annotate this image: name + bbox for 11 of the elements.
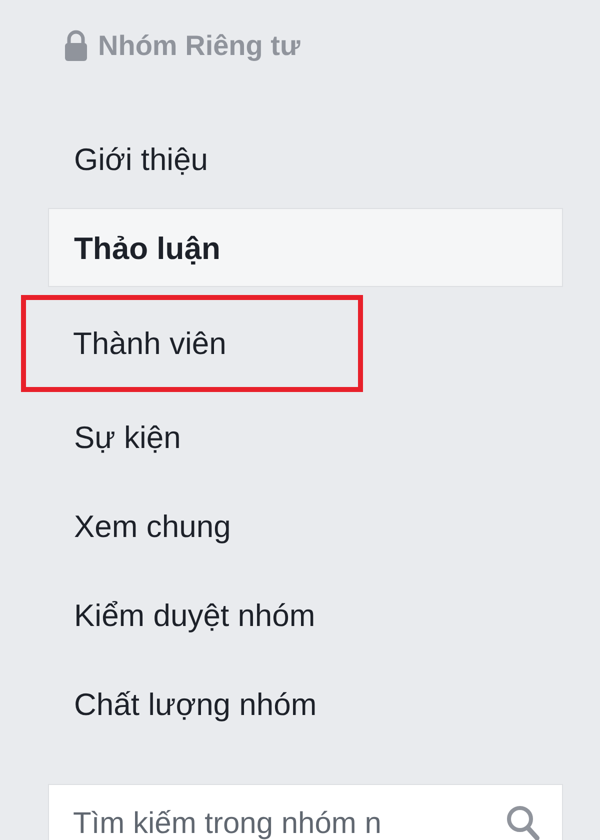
group-privacy-label: Nhóm Riêng tư bbox=[98, 30, 300, 62]
nav-item[interactable]: Giới thiệu bbox=[48, 119, 563, 198]
lock-icon bbox=[64, 30, 88, 62]
nav-item[interactable]: Xem chung bbox=[48, 486, 563, 565]
nav-item[interactable]: Chất lượng nhóm bbox=[48, 664, 563, 743]
nav-item[interactable]: Thành viên bbox=[21, 295, 363, 392]
nav-item[interactable]: Kiểm duyệt nhóm bbox=[48, 575, 563, 654]
search-field[interactable]: Tìm kiếm trong nhóm n bbox=[48, 784, 563, 840]
search-icon bbox=[505, 804, 541, 840]
nav-item[interactable]: Sự kiện bbox=[48, 397, 563, 476]
nav-item[interactable]: Thảo luận bbox=[48, 208, 563, 287]
